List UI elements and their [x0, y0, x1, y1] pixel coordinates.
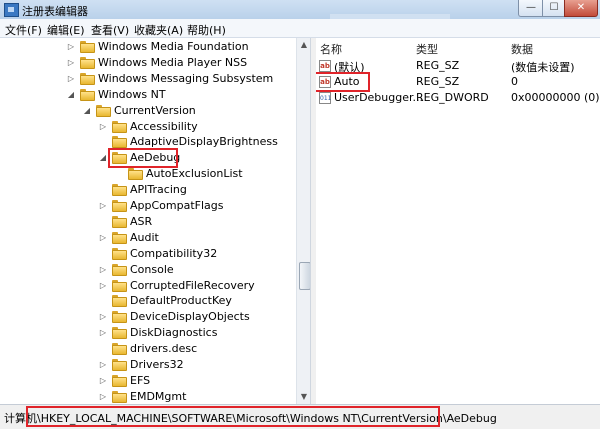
- column-header-name[interactable]: 名称: [320, 41, 342, 57]
- tree-item-label: EMDMgmt: [130, 389, 187, 403]
- folder-icon: [80, 72, 95, 85]
- value-data: 0: [511, 75, 518, 88]
- tree-item-label: Windows Media Player NSS: [98, 55, 248, 69]
- folder-icon: [96, 104, 111, 117]
- tree-item-label: DiskDiagnostics: [130, 326, 218, 340]
- status-bar: 计算机\HKEY_LOCAL_MACHINE\SOFTWARE\Microsof…: [0, 404, 600, 429]
- folder-icon: [112, 343, 127, 356]
- expander-icon[interactable]: ▷: [98, 230, 108, 246]
- tree-item-label: EFS: [130, 373, 151, 387]
- value-type: REG_DWORD: [416, 91, 489, 104]
- tree-scrollbar[interactable]: ▲ ▼: [296, 38, 311, 404]
- expander-icon[interactable]: ▷: [98, 278, 108, 294]
- expander-icon[interactable]: ▷: [98, 373, 108, 389]
- expander-icon[interactable]: ▷: [98, 198, 108, 214]
- folder-icon: [112, 263, 127, 276]
- tree-item-label: AutoExclusionList: [146, 167, 243, 181]
- menu-favorites[interactable]: 收藏夹(A): [134, 22, 183, 38]
- expander-icon[interactable]: ▷: [98, 325, 108, 341]
- folder-icon: [112, 390, 127, 403]
- tree-item-label: Console: [130, 262, 174, 276]
- folder-icon: [112, 279, 127, 292]
- expander-icon[interactable]: ▷: [98, 309, 108, 325]
- tree-item-label: CorruptedFileRecovery: [130, 278, 255, 292]
- regedit-icon: [4, 3, 19, 17]
- tree-item-label: Drivers32: [130, 358, 184, 371]
- expander-icon[interactable]: ▷: [98, 119, 108, 135]
- scroll-down-icon[interactable]: ▼: [299, 392, 309, 401]
- folder-icon: [112, 295, 127, 308]
- tree-item-label: drivers.desc: [130, 342, 198, 356]
- menu-edit[interactable]: 编辑(E): [47, 22, 85, 38]
- column-header-data[interactable]: 数据: [511, 41, 533, 57]
- binary-value-icon: 011: [319, 92, 331, 104]
- expander-icon[interactable]: ▷: [66, 39, 76, 55]
- string-value-icon: ab: [319, 60, 331, 72]
- menu-file[interactable]: 文件(F): [5, 22, 42, 38]
- aedebug-highlight-box: [108, 148, 178, 169]
- registry-tree[interactable]: ▷ Windows Media Foundation ▷ Windows Media …: [0, 38, 296, 404]
- menu-help[interactable]: 帮助(H): [187, 22, 226, 38]
- path-highlight-box: [26, 406, 440, 427]
- folder-icon: [112, 184, 127, 197]
- folder-icon: [112, 120, 127, 133]
- folder-icon: [112, 136, 127, 149]
- folder-icon: [80, 41, 95, 53]
- folder-icon: [112, 247, 127, 260]
- column-header-type[interactable]: 类型: [416, 41, 438, 57]
- tree-item-label: Compatibility32: [130, 246, 218, 260]
- value-name: UserDebugger...: [334, 91, 423, 104]
- value-data: 0x00000000 (0): [511, 91, 600, 104]
- tree-item-label: Windows Media Foundation: [98, 40, 249, 53]
- title-bar: 注册表编辑器 — ☐ ✕: [0, 0, 600, 20]
- value-data: (数值未设置): [511, 61, 575, 74]
- values-pane: 名称 类型 数据 ab (默认) REG_SZ (数值未设置) ab Auto …: [316, 38, 600, 404]
- tree-item-label: DeviceDisplayObjects: [130, 310, 250, 324]
- expander-icon[interactable]: ▷: [98, 389, 108, 404]
- auto-highlight-box: [316, 72, 370, 92]
- expander-icon[interactable]: ◢: [82, 103, 92, 119]
- tree-item-label: Accessibility: [130, 119, 198, 133]
- tree-item-label: Audit: [130, 230, 159, 244]
- expander-icon[interactable]: ▷: [98, 262, 108, 278]
- close-button[interactable]: ✕: [564, 0, 598, 17]
- tree-item-label: AppCompatFlags: [130, 199, 224, 212]
- folder-icon: [80, 56, 95, 69]
- window-title: 注册表编辑器: [22, 5, 88, 18]
- menu-bar: 文件(F) 编辑(E) 查看(V) 收藏夹(A) 帮助(H): [0, 19, 600, 38]
- menu-view[interactable]: 查看(V): [91, 22, 129, 38]
- value-type: REG_SZ: [416, 75, 460, 88]
- expander-icon[interactable]: ▷: [66, 55, 76, 71]
- folder-icon: [128, 168, 143, 181]
- folder-icon: [112, 231, 127, 244]
- value-row-userdebugger[interactable]: 011 UserDebugger... REG_DWORD 0x00000000…: [316, 90, 600, 106]
- folder-icon: [112, 200, 127, 212]
- expander-icon[interactable]: ◢: [98, 150, 108, 166]
- expander-icon[interactable]: ◢: [66, 87, 76, 103]
- maximize-button[interactable]: ☐: [542, 0, 566, 17]
- expander-icon[interactable]: ▷: [66, 71, 76, 87]
- minimize-button[interactable]: —: [518, 0, 544, 17]
- folder-icon: [80, 88, 95, 101]
- folder-icon: [112, 327, 127, 340]
- value-type: REG_SZ: [416, 59, 460, 72]
- folder-icon: [112, 311, 127, 324]
- tree-item-label: DefaultProductKey: [130, 294, 232, 308]
- folder-icon: [112, 359, 127, 371]
- tree-item-label: CurrentVersion: [114, 103, 196, 117]
- tree-item-label: Windows Messaging Subsystem: [98, 71, 274, 85]
- expander-icon[interactable]: ▷: [98, 357, 108, 373]
- folder-icon: [112, 215, 127, 228]
- tree-item-label: ASR: [130, 214, 153, 228]
- scroll-up-icon[interactable]: ▲: [299, 40, 309, 49]
- tree-item-label: Windows NT: [98, 87, 166, 101]
- folder-icon: [112, 374, 127, 387]
- tree-item-label: AdaptiveDisplayBrightness: [130, 135, 278, 149]
- tree-item-label: APITracing: [130, 183, 187, 197]
